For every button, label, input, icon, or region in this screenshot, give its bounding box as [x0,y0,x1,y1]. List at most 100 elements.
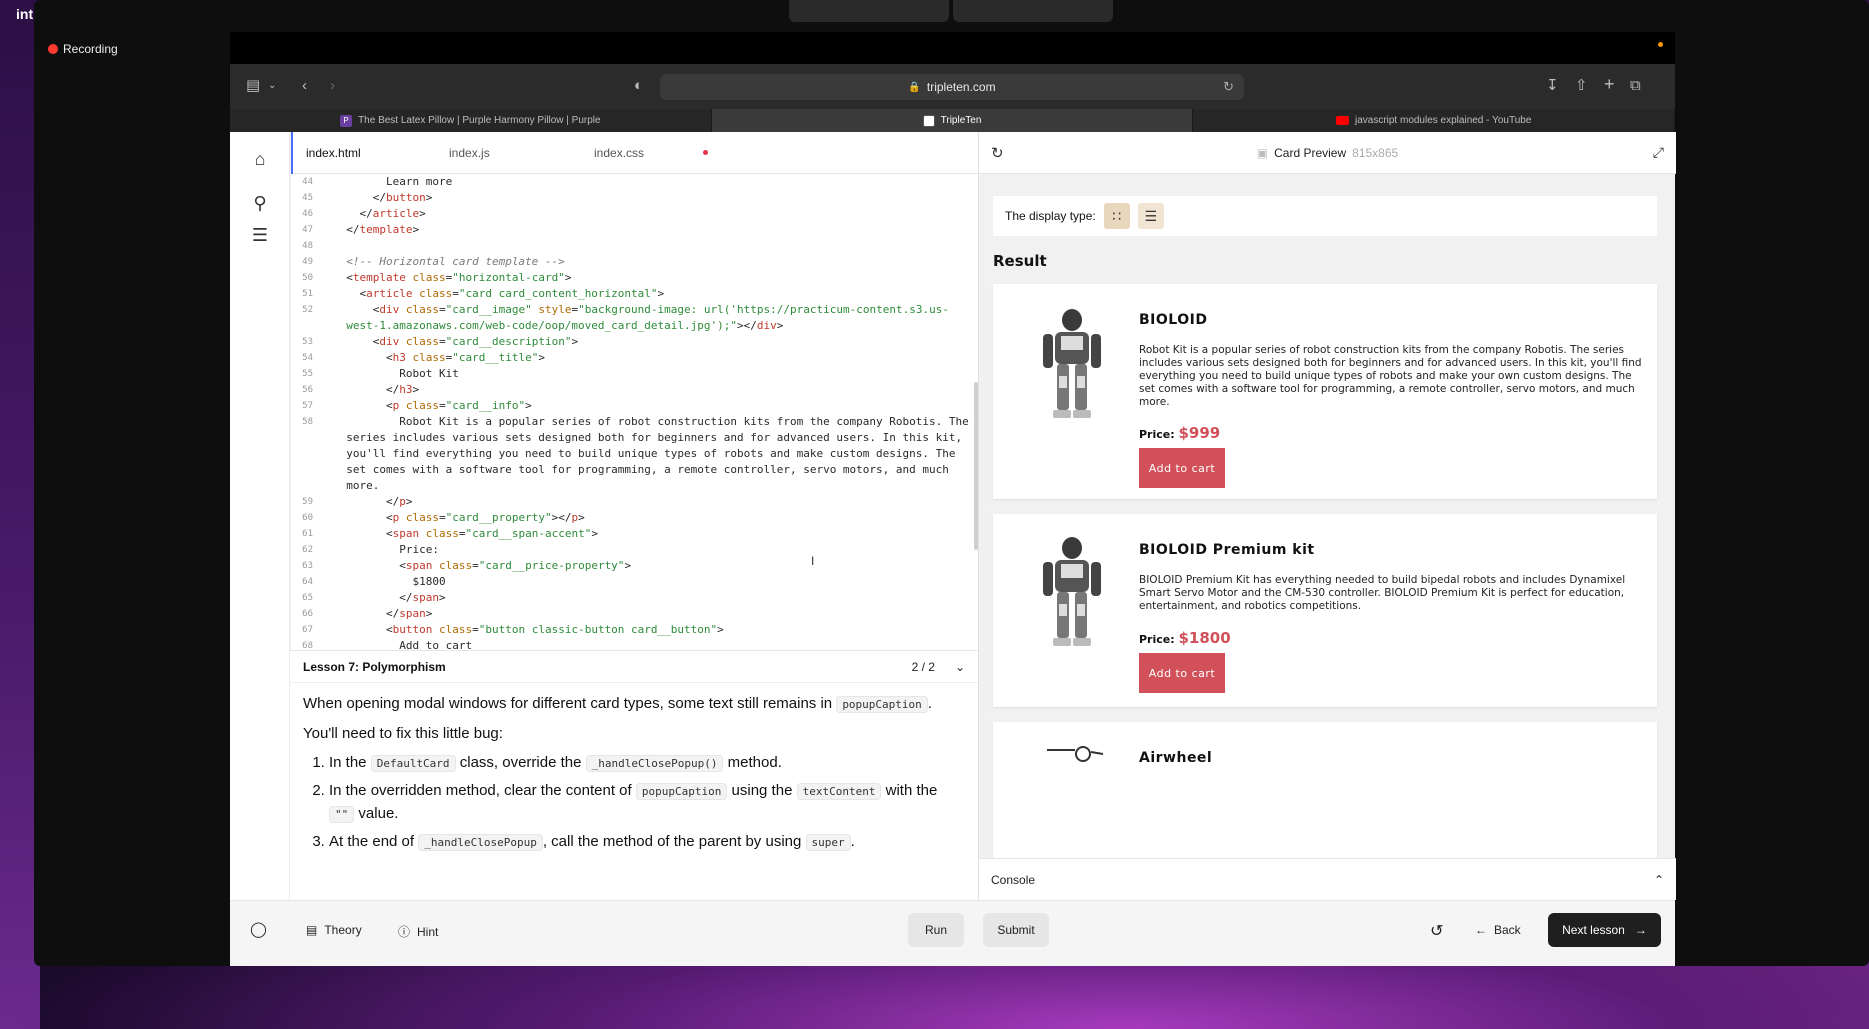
line-number: 68 [302,641,313,650]
file-tab-label: index.css [594,146,645,160]
code-area[interactable]: 44 Learn more 45 </button> 46 </article> 47… [291,174,979,650]
line-number: 46 [302,209,313,219]
lesson-body: When opening modal windows for different… [290,683,978,869]
text-cursor-icon: I [811,554,815,568]
search-icon[interactable]: ⚲ [247,190,273,216]
top-placeholder-tab [789,0,949,22]
url-text: tripleten.com [926,80,996,94]
line-number: 55 [302,369,313,379]
line-number [291,462,313,478]
card-title: Airwheel [1139,750,1213,766]
desktop-corner-label: int [16,6,34,22]
browser-tab-tripleten[interactable]: TripleTen [711,109,1194,132]
code-text: <p class="card__info"> [333,399,532,412]
card-info: BIOLOID Premium Kit has everything neede… [1139,574,1626,612]
run-button[interactable]: Run [908,913,964,947]
text: At the end of [329,833,415,850]
code-line: 47 </template> [291,222,979,238]
theory-label: Theory [324,923,362,937]
card-title: BIOLOID [1139,312,1208,328]
text: value. [358,805,399,822]
next-lesson-button[interactable]: Next lesson → [1548,913,1661,947]
code-text: west-1.amazonaws.com/web-code/oop/moved_… [333,319,784,332]
theory-button[interactable]: ▤ Theory [306,923,362,937]
code-line: 64 $1800 [291,574,979,590]
text: method. [727,754,782,771]
chevron-down-icon[interactable]: ⌄ [268,77,276,95]
line-number: 65 [302,593,313,603]
hint-button[interactable]: ⓘ Hint [398,923,438,940]
reset-icon[interactable]: ↺ [1430,921,1443,941]
arrow-left-icon: ← [1475,923,1487,937]
line-number [291,430,313,446]
submit-button[interactable]: Submit [983,913,1049,947]
display-type-bar: The display type: ∷ ☰ [993,196,1657,236]
preview-header: ↻ ▣ Card Preview 815x865 ⤢ [979,132,1676,174]
code-line: 51 <article class="card card_content_hor… [291,286,979,302]
code-text: <p class="card__property"></p> [333,511,585,524]
text: When opening modal windows for different… [303,695,833,712]
lesson-title: Lesson 7: Polymorphism [303,659,446,674]
browser-tab-purple[interactable]: P The Best Latex Pillow | Purple Harmony… [230,109,712,132]
code-line: 68 Add to cart [291,638,979,650]
browser-titlebar [230,32,1675,64]
chat-icon[interactable]: ◯ [250,920,267,938]
card-description: BIOLOID Premium kit BIOLOID Premium Kit … [1139,542,1643,613]
bottom-bar: ◯ ▤ Theory ⓘ Hint Run Submit ↺ ← Back Ne… [230,900,1675,966]
code-line: 53 <div class="card__description"> [291,334,979,350]
preview-title: Card Preview [1274,145,1347,160]
back-button[interactable]: ← Back [1475,923,1521,937]
code-line: 63 <span class="card__price-property"> [291,558,979,574]
code-line: 66 </span> [291,606,979,622]
price-label: Price: [1139,428,1175,441]
code-line: 58 Robot Kit is a popular series of robo… [291,414,979,430]
file-tab-index-js[interactable]: index.js [436,132,581,174]
preview-dimensions: 815x865 [1352,145,1399,160]
hint-label: Hint [417,924,439,939]
download-icon[interactable]: ↧ [1546,77,1559,95]
tab-overview-icon[interactable]: ⧉ [1630,77,1641,95]
code-line: 67 <button class="button classic-button … [291,622,979,638]
home-icon[interactable]: ⌂ [247,146,273,172]
code-line: 54 <h3 class="card__title"> [291,350,979,366]
code-line: 56 </h3> [291,382,979,398]
code-text: set comes with a software tool for progr… [333,463,949,476]
line-number: 61 [302,529,313,539]
line-number: 60 [302,513,313,523]
browser-tab-youtube[interactable]: javascript modules explained - YouTube [1193,109,1676,132]
new-tab-icon[interactable]: + [1604,75,1615,93]
list-view-icon[interactable]: ☰ [1137,203,1164,229]
code-line: 57 <p class="card__info"> [291,398,979,414]
line-number [291,478,313,494]
sidebar-toggle-icon[interactable]: ▤ [246,77,260,95]
grid-view-icon[interactable]: ∷ [1103,203,1130,229]
forward-arrow-icon[interactable]: › [330,77,335,95]
share-icon[interactable]: ⇧ [1575,77,1588,95]
preview-content: The display type: ∷ ☰ Result BIOLOID Rob… [979,174,1676,858]
list-icon[interactable]: ☰ [247,222,273,248]
refresh-icon[interactable]: ↻ [991,144,1004,162]
shield-icon[interactable]: ◐ [634,77,643,95]
add-to-cart-button[interactable]: Add to cart [1139,448,1225,488]
file-tab-index-html[interactable]: index.html [291,132,436,174]
expand-icon[interactable]: ⤢ [1653,144,1664,161]
file-tabs: index.html index.js index.css [291,132,979,174]
back-arrow-icon[interactable]: ‹ [302,77,307,95]
line-number: 54 [302,353,313,363]
code-line: 65 </span> [291,590,979,606]
lesson-panel: Lesson 7: Polymorphism 2 / 2 ⌄ When open… [290,650,978,900]
chevron-up-icon[interactable]: ⌃ [1654,873,1664,887]
text: . [850,833,855,850]
console-bar[interactable]: Console ⌃ [979,858,1676,900]
file-tab-index-css[interactable]: index.css [581,132,726,174]
line-number: 57 [302,401,313,411]
code-line: 62 Price: [291,542,979,558]
code-line: 46 </article> [291,206,979,222]
reload-icon[interactable]: ↻ [1223,79,1234,95]
chevron-down-icon[interactable]: ⌄ [955,660,965,674]
code-text: </h3> [333,383,420,396]
line-number: 44 [302,177,313,187]
address-bar[interactable]: 🔒 tripleten.com ↻ [660,74,1244,100]
add-to-cart-button[interactable]: Add to cart [1139,653,1225,693]
lesson-step: In the DefaultCard class, override the _… [329,752,965,775]
